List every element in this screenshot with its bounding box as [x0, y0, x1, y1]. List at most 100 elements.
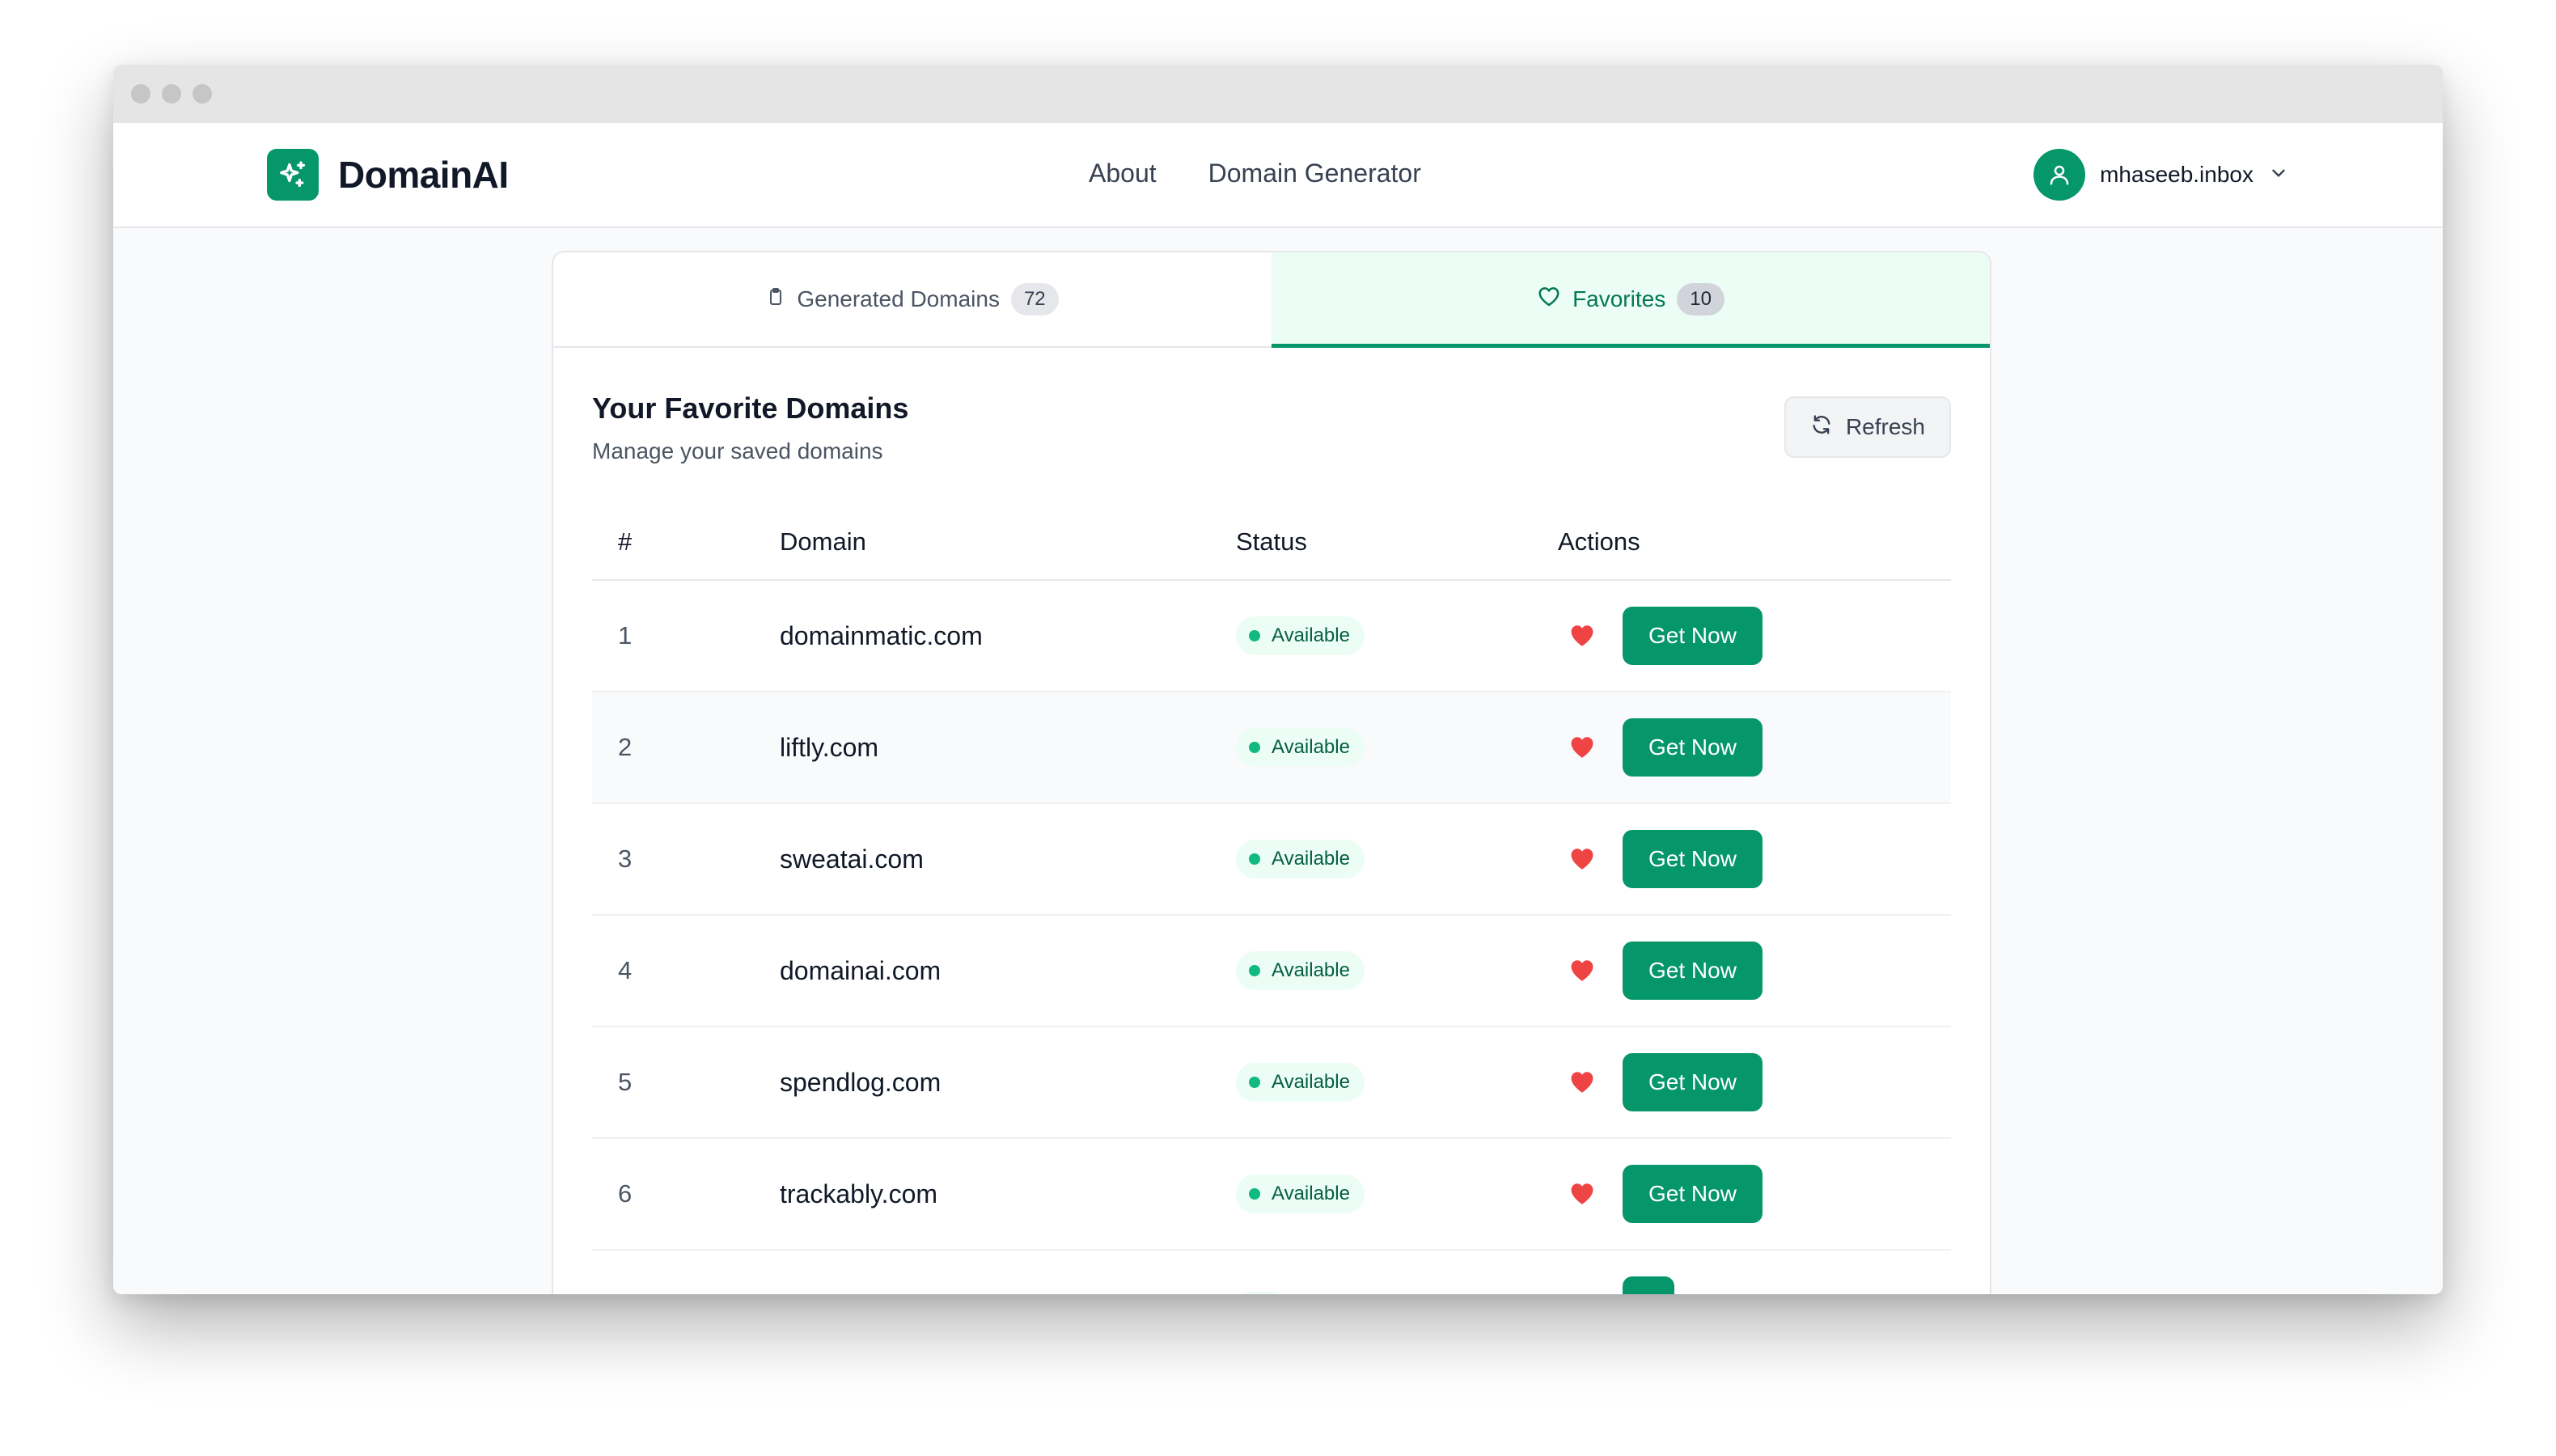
- row-actions: [1558, 1276, 1951, 1294]
- status-dot-icon: [1249, 965, 1260, 976]
- status-badge: [1236, 1292, 1286, 1294]
- row-actions: Get Now: [1558, 1053, 1951, 1111]
- table-row: 3 sweatai.com Available Get Now: [592, 803, 1951, 916]
- refresh-button[interactable]: Refresh: [1784, 396, 1951, 458]
- table-row: 7: [592, 1250, 1951, 1294]
- domain-name: liftly.com: [780, 692, 1236, 804]
- domain-name: domainmatic.com: [780, 580, 1236, 692]
- tab-bar: Generated Domains 72 Favorites 10: [553, 252, 1990, 348]
- username: mhaseeb.inbox: [2100, 162, 2253, 187]
- row-actions: Get Now: [1558, 830, 1951, 888]
- favorite-heart-icon[interactable]: [1566, 1066, 1598, 1098]
- tab-label: Generated Domains: [797, 286, 1000, 311]
- get-now-button[interactable]: Get Now: [1623, 942, 1763, 1000]
- status-cell: Available: [1236, 580, 1558, 692]
- get-now-button[interactable]: Get Now: [1623, 607, 1763, 665]
- table-row: 6 trackably.com Available Get Now: [592, 1138, 1951, 1251]
- favorite-heart-icon[interactable]: [1566, 954, 1598, 987]
- row-number: 2: [592, 692, 780, 804]
- panel-subtitle: Manage your saved domains: [592, 438, 883, 463]
- heart-outline-icon: [1537, 285, 1561, 315]
- panel-title: Your Favorite Domains: [592, 392, 909, 425]
- row-number: 6: [592, 1138, 780, 1251]
- nav-about-link[interactable]: About: [1089, 159, 1157, 188]
- column-header-status: Status: [1236, 505, 1558, 581]
- actions-cell: Get Now: [1558, 580, 1951, 692]
- status-cell: [1236, 1250, 1558, 1294]
- get-now-button[interactable]: Get Now: [1623, 718, 1763, 777]
- row-number: 3: [592, 803, 780, 916]
- refresh-label: Refresh: [1845, 414, 1925, 439]
- get-now-button[interactable]: Get Now: [1623, 830, 1763, 888]
- status-badge: Available: [1236, 1063, 1365, 1102]
- table-row: 2 liftly.com Available Get Now: [592, 692, 1951, 804]
- status-cell: Available: [1236, 692, 1558, 804]
- actions-cell: Get Now: [1558, 803, 1951, 916]
- window-controls: [131, 84, 212, 104]
- row-actions: Get Now: [1558, 718, 1951, 777]
- row-actions: Get Now: [1558, 607, 1951, 665]
- domain-name: domainai.com: [780, 915, 1236, 1027]
- clipboard-icon: [766, 286, 785, 312]
- status-label: Available: [1272, 959, 1350, 981]
- actions-cell: Get Now: [1558, 915, 1951, 1027]
- tab-favorites[interactable]: Favorites 10: [1272, 252, 1990, 348]
- table-row: 5 spendlog.com Available Get Now: [592, 1026, 1951, 1139]
- brand[interactable]: DomainAI: [267, 149, 509, 201]
- status-cell: Available: [1236, 915, 1558, 1027]
- status-dot-icon: [1249, 1077, 1260, 1088]
- actions-cell: Get Now: [1558, 1026, 1951, 1139]
- favorites-panel: Your Favorite Domains Manage your saved …: [553, 348, 1990, 1294]
- count-badge: 10: [1677, 283, 1724, 315]
- browser-window: DomainAI About Domain Generator mhaseeb.…: [113, 65, 2443, 1294]
- domain-name: sweatai.com: [780, 803, 1236, 916]
- favorite-heart-icon[interactable]: [1566, 620, 1598, 652]
- status-badge: Available: [1236, 840, 1365, 878]
- refresh-icon: [1810, 413, 1833, 442]
- status-dot-icon: [1249, 853, 1260, 865]
- tab-generated-domains[interactable]: Generated Domains 72: [553, 252, 1272, 346]
- table-row: 1 domainmatic.com Available Get Now: [592, 580, 1951, 692]
- status-dot-icon: [1249, 1188, 1260, 1200]
- user-menu[interactable]: mhaseeb.inbox: [2033, 149, 2289, 201]
- status-label: Available: [1272, 1183, 1350, 1204]
- get-now-button[interactable]: Get Now: [1623, 1165, 1763, 1223]
- status-cell: Available: [1236, 1138, 1558, 1251]
- domains-card: Generated Domains 72 Favorites 10 Your F…: [552, 251, 1991, 1294]
- status-badge: Available: [1236, 951, 1365, 990]
- brand-name: DomainAI: [338, 154, 509, 196]
- row-number: 5: [592, 1026, 780, 1139]
- actions-cell: Get Now: [1558, 692, 1951, 804]
- favorite-heart-icon[interactable]: [1566, 731, 1598, 764]
- maximize-window-button[interactable]: [193, 84, 212, 104]
- table-header-row: # Domain Status Actions: [592, 505, 1951, 581]
- close-window-button[interactable]: [131, 84, 150, 104]
- favorite-heart-icon[interactable]: [1566, 1289, 1598, 1294]
- status-label: Available: [1272, 736, 1350, 758]
- favorite-heart-icon[interactable]: [1566, 843, 1598, 875]
- row-number: 4: [592, 915, 780, 1027]
- favorite-heart-icon[interactable]: [1566, 1178, 1598, 1210]
- row-actions: Get Now: [1558, 1165, 1951, 1223]
- status-label: Available: [1272, 624, 1350, 646]
- actions-cell: Get Now: [1558, 1138, 1951, 1251]
- user-icon: [2033, 149, 2086, 201]
- status-badge: Available: [1236, 1175, 1365, 1213]
- count-badge: 72: [1010, 283, 1059, 315]
- main-nav: About Domain Generator: [1089, 159, 1421, 188]
- window-titlebar: [113, 65, 2443, 123]
- nav-domain-generator-link[interactable]: Domain Generator: [1208, 159, 1421, 188]
- sparkles-icon: [267, 149, 319, 201]
- column-header-actions: Actions: [1558, 505, 1951, 581]
- status-cell: Available: [1236, 803, 1558, 916]
- domain-name: [780, 1250, 1236, 1294]
- tab-label: Favorites: [1572, 286, 1666, 311]
- chevron-down-icon: [2268, 163, 2289, 188]
- column-header-number: #: [592, 505, 780, 581]
- domain-name: trackably.com: [780, 1138, 1236, 1251]
- status-cell: Available: [1236, 1026, 1558, 1139]
- minimize-window-button[interactable]: [162, 84, 181, 104]
- get-now-button[interactable]: [1623, 1276, 1674, 1294]
- row-number: 7: [592, 1250, 780, 1294]
- get-now-button[interactable]: Get Now: [1623, 1053, 1763, 1111]
